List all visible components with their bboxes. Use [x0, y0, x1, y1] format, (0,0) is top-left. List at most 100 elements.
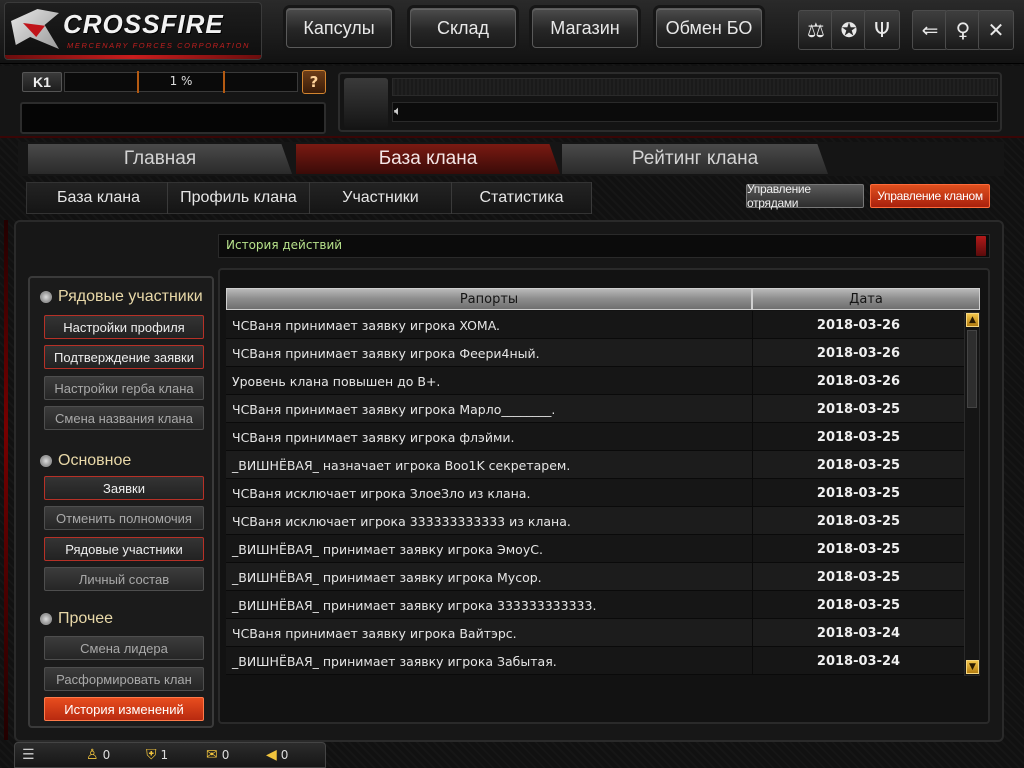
history-title: История действий: [226, 238, 343, 252]
table-row[interactable]: _ВИШНЁВАЯ_ принимает заявку игрока ЭмоуС…: [226, 535, 964, 563]
section-regular-members: Рядовые участники: [40, 286, 203, 308]
report-date: 2018-03-25: [752, 535, 964, 563]
table-row[interactable]: ЧСВаня принимает заявку игрока XOMA. 2018…: [226, 311, 964, 339]
clan-counter[interactable]: ⛨ 1: [146, 746, 168, 764]
speaker-icon[interactable]: 🔈︎: [394, 104, 402, 119]
applications-button[interactable]: Заявки: [44, 476, 204, 500]
confirm-application-button[interactable]: Подтверждение заявки: [44, 345, 204, 369]
tab-clan-base[interactable]: База клана: [296, 144, 560, 174]
table-row[interactable]: _ВИШНЁВАЯ_ назначает игрока Boo1K секрет…: [226, 451, 964, 479]
rename-clan-button: Смена названия клана: [44, 406, 204, 430]
table-row[interactable]: ЧСВаня исключает игрока 333333333333 из …: [226, 507, 964, 535]
report-text: ЧСВаня исключает игрока 333333333333 из …: [232, 513, 571, 529]
disband-clan-button: Расформировать клан: [44, 667, 204, 691]
capsules-button[interactable]: Капсулы: [286, 8, 392, 48]
bullet-icon: [40, 455, 52, 467]
report-date: 2018-03-25: [752, 563, 964, 591]
report-text: ЧСВаня принимает заявку игрока Вайтэрс.: [232, 625, 517, 641]
regular-members-button[interactable]: Рядовые участники: [44, 537, 204, 561]
clan-count: 1: [160, 748, 169, 762]
report-text: ЧСВаня принимает заявку игрока Марло____…: [232, 401, 556, 417]
close-icon[interactable]: ✕: [978, 10, 1014, 50]
report-text: ЧСВаня принимает заявку игрока Феери4ный…: [232, 345, 540, 361]
report-text: _ВИШНЁВАЯ_ принимает заявку игрока ЭмоуС…: [232, 541, 543, 557]
subtab-statistics[interactable]: Статистика: [452, 182, 592, 214]
report-text: _ВИШНЁВАЯ_ принимает заявку игрока Забыт…: [232, 653, 557, 669]
logo-accent: [5, 55, 261, 59]
news-ticker: [392, 78, 998, 96]
emblem-settings-button: Настройки герба клана: [44, 376, 204, 400]
chat-count: 0: [221, 748, 230, 762]
clan-management-button[interactable]: Управление кланом: [870, 184, 990, 208]
scales-icon[interactable]: ⚖: [798, 10, 834, 50]
table-row[interactable]: _ВИШНЁВАЯ_ принимает заявку игрока Забыт…: [226, 647, 964, 675]
report-date: 2018-03-26: [752, 367, 964, 395]
divider: [0, 136, 1024, 138]
report-date: 2018-03-24: [752, 619, 964, 647]
exit-icon[interactable]: ⇐: [912, 10, 948, 50]
table-row[interactable]: ЧСВаня принимает заявку игрока флэйми. 20…: [226, 423, 964, 451]
table-row[interactable]: ЧСВаня исключает игрока ЗлоеЗло из клана…: [226, 479, 964, 507]
report-date: 2018-03-25: [752, 423, 964, 451]
table-row[interactable]: ЧСВаня принимает заявку игрока Вайтэрс. 2…: [226, 619, 964, 647]
change-leader-button: Смена лидера: [44, 636, 204, 660]
person-counter[interactable]: ♙ 0: [86, 746, 110, 764]
menu-icon[interactable]: ☰: [22, 746, 35, 764]
section-title: Рядовые участники: [58, 288, 203, 305]
subtab-clan-base[interactable]: База клана: [30, 182, 168, 214]
level-progress-text: 1 %: [169, 74, 193, 88]
logo-subtitle: MERCENARY FORCES CORPORATION: [67, 41, 251, 50]
profile-settings-button[interactable]: Настройки профиля: [44, 315, 204, 339]
bullet-icon: [40, 613, 52, 625]
section-other: Прочее: [40, 608, 113, 630]
management-sidebar: [28, 276, 214, 728]
revoke-powers-button: Отменить полномочия: [44, 506, 204, 530]
section-main: Основное: [40, 450, 131, 472]
report-text: _ВИШНЁВАЯ_ принимает заявку игрока Мусор…: [232, 569, 542, 585]
table-row[interactable]: ЧСВаня принимает заявку игрока Марло____…: [226, 395, 964, 423]
sound-count: 0: [280, 748, 289, 762]
scroll-thumb[interactable]: [967, 330, 977, 408]
sound-counter[interactable]: ◀ 0: [266, 746, 288, 764]
section-title: Прочее: [58, 610, 114, 627]
report-date: 2018-03-25: [752, 451, 964, 479]
logo-mark: [11, 9, 59, 49]
chat-counter[interactable]: ✉ 0: [206, 746, 229, 764]
report-text: _ВИШНЁВАЯ_ назначает игрока Boo1K секрет…: [232, 457, 571, 473]
report-text: ЧСВаня принимает заявку игрока флэйми.: [232, 429, 515, 445]
report-date: 2018-03-25: [752, 395, 964, 423]
column-date[interactable]: Дата: [752, 288, 980, 310]
trident-icon[interactable]: Ψ: [864, 10, 900, 50]
chat-input[interactable]: [392, 102, 998, 122]
squad-management-button[interactable]: Управление отрядами: [746, 182, 864, 210]
report-text: ЧСВаня исключает игрока ЗлоеЗло из клана…: [232, 485, 531, 501]
personnel-button: Личный состав: [44, 567, 204, 591]
report-date: 2018-03-25: [752, 591, 964, 619]
shop-button[interactable]: Магазин: [532, 8, 638, 48]
report-date: 2018-03-24: [752, 647, 964, 675]
change-history-button[interactable]: История изменений: [44, 697, 204, 721]
subtab-members[interactable]: Участники: [310, 182, 452, 214]
game-window: CROSSFIRE MERCENARY FORCES CORPORATION К…: [0, 0, 1024, 768]
gun-icon: [344, 78, 388, 128]
table-row[interactable]: _ВИШНЁВАЯ_ принимает заявку игрока 33333…: [226, 591, 964, 619]
section-title: Основное: [58, 452, 132, 469]
tab-clan-rating[interactable]: Рейтинг клана: [562, 144, 828, 174]
table-row[interactable]: _ВИШНЁВАЯ_ принимает заявку игрока Мусор…: [226, 563, 964, 591]
person-count: 0: [102, 748, 111, 762]
scroll-down-button[interactable]: ▼: [966, 660, 979, 674]
exchange-button[interactable]: Обмен БО: [656, 8, 762, 48]
star-badge-icon[interactable]: ✪: [831, 10, 867, 50]
tab-main[interactable]: Главная: [28, 144, 292, 174]
logo-text: CROSSFIRE: [63, 9, 224, 39]
subtab-clan-profile[interactable]: Профиль клана: [168, 182, 310, 214]
help-button[interactable]: ?: [302, 70, 326, 94]
table-row[interactable]: Уровень клана повышен до B+. 2018-03-26: [226, 367, 964, 395]
storage-button[interactable]: Склад: [410, 8, 516, 48]
scroll-up-button[interactable]: ▲: [966, 313, 979, 327]
column-reports[interactable]: Рапорты: [226, 288, 752, 310]
shield-icon: ⛨: [146, 747, 157, 763]
table-row[interactable]: ЧСВаня принимает заявку игрока Феери4ный…: [226, 339, 964, 367]
bulb-icon[interactable]: ♀: [945, 10, 981, 50]
report-text: Уровень клана повышен до B+.: [232, 373, 441, 389]
